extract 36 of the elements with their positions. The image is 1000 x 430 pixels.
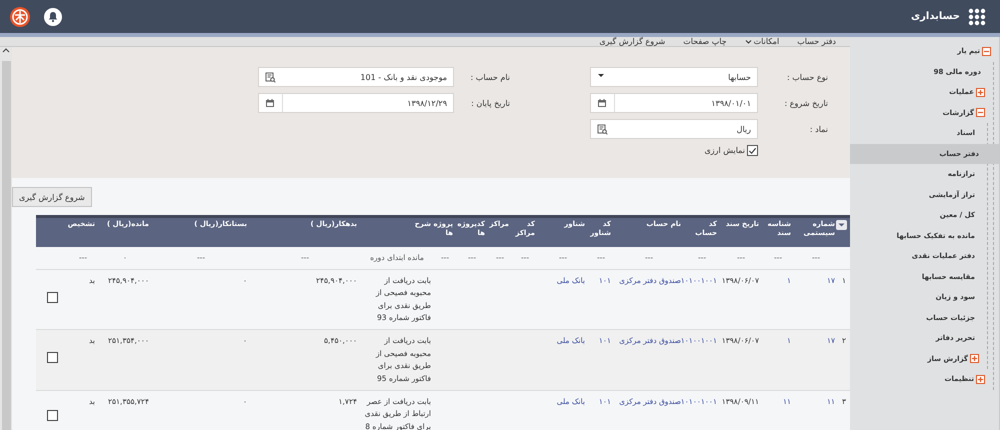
field-label: تاریخ شروع : [784, 98, 828, 108]
app-title: حسابداری [910, 11, 960, 22]
input-field[interactable]: موجودی نقد و بانک - 101 [258, 67, 454, 87]
checkbox[interactable] [46, 292, 58, 303]
checkbox[interactable] [46, 352, 58, 364]
field-label: نوع حساب : [786, 72, 828, 82]
toolbar-item[interactable]: شروع گزارش گیری [599, 37, 666, 46]
dropdown-icon[interactable] [836, 220, 847, 230]
plus-icon[interactable] [970, 354, 979, 364]
field-label: نام حساب : [470, 72, 510, 82]
input-field[interactable]: ۱۳۹۸/۱۲/۲۹ [258, 93, 454, 113]
field-label: نماد : [808, 124, 828, 134]
field-label: تاریخ پایان : [470, 98, 510, 108]
calendar-icon [597, 98, 608, 108]
input-field[interactable]: ریال [590, 119, 758, 139]
lookup-icon [265, 72, 276, 82]
minus-icon[interactable] [982, 46, 991, 56]
lookup-icon [597, 124, 608, 134]
minus-icon[interactable] [976, 108, 985, 118]
scrollbar[interactable] [0, 47, 12, 430]
input-field[interactable]: ۱۳۹۸/۰۱/۰۱ [590, 93, 758, 113]
toolbar-item[interactable]: امکانات [744, 37, 780, 46]
checkbox[interactable] [747, 145, 758, 156]
plus-icon[interactable] [976, 374, 985, 384]
toolbar-item[interactable]: دفتر حساب [797, 37, 836, 46]
toolbar-item[interactable]: چاپ صفحات [683, 37, 727, 46]
start-report-button[interactable]: شروع گزارش گیری [12, 187, 92, 207]
bell-icon[interactable] [44, 8, 62, 26]
calendar-icon [265, 98, 276, 108]
checkbox-label: نمایش ارزی [704, 146, 745, 155]
logo-icon [10, 6, 30, 26]
dropdown[interactable]: حسابها [590, 67, 758, 87]
checkbox[interactable] [46, 410, 58, 421]
scroll-up-icon[interactable] [2, 47, 10, 53]
plus-icon[interactable] [976, 88, 985, 97]
app-grid-icon[interactable] [968, 8, 986, 26]
